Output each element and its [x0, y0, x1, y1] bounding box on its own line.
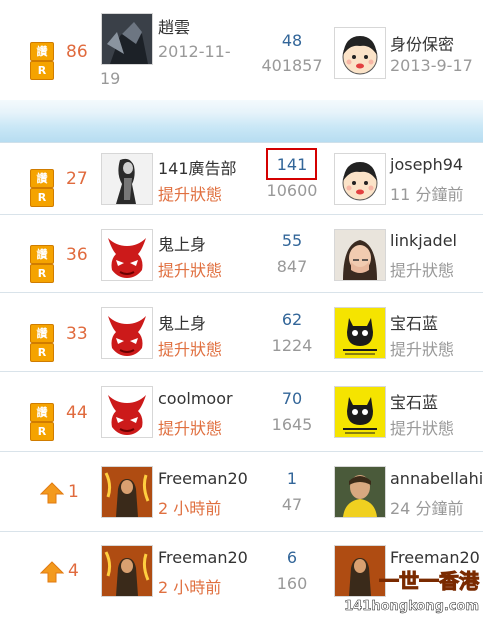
last-poster-link[interactable]: annabellahi — [390, 469, 483, 488]
avatar[interactable] — [334, 307, 386, 359]
avatar[interactable] — [334, 386, 386, 438]
reply-count[interactable]: 62 — [257, 310, 327, 329]
avatar[interactable] — [101, 153, 153, 205]
last-post-time: 2013-9-17 — [390, 56, 473, 75]
avatar[interactable] — [334, 466, 386, 518]
avatar[interactable] — [101, 13, 153, 65]
last-poster-link[interactable]: linkjadel — [390, 231, 457, 250]
status-link[interactable]: 提升狀態 — [158, 336, 222, 360]
author-name-link[interactable]: Freeman20 — [158, 548, 248, 567]
thread-row: 讚 R 27 141廣告部 提升狀態 141 10600 joseph94 11… — [0, 143, 483, 215]
last-poster-link[interactable]: joseph94 — [390, 155, 463, 174]
hot-badge-icon: 讚 R — [30, 169, 62, 207]
avatar[interactable] — [101, 466, 153, 518]
last-poster-link[interactable]: 宝石蓝 — [390, 310, 438, 334]
avatar[interactable] — [101, 545, 153, 597]
svg-text:一世一香港: 一世一香港 — [379, 569, 480, 593]
avatar[interactable] — [101, 307, 153, 359]
status-link[interactable]: 提升狀態 — [158, 181, 222, 205]
reply-count[interactable]: 55 — [257, 231, 327, 250]
author-name-link[interactable]: Freeman20 — [158, 469, 248, 488]
rank-number: 27 — [66, 169, 88, 189]
view-count: 1224 — [271, 336, 313, 355]
post-date-cont: 19 — [100, 69, 121, 88]
thread-row: 讚 R 36 鬼上身 提升狀態 55 847 linkjadel 提升狀態 — [0, 215, 483, 293]
reply-count[interactable]: 6 — [257, 548, 327, 567]
avatar[interactable] — [334, 153, 386, 205]
author-name-link[interactable]: 141廣告部 — [158, 155, 237, 179]
arrow-up-icon — [40, 482, 64, 504]
svg-text:141hongkong.com: 141hongkong.com — [344, 599, 479, 614]
author-name-link[interactable]: coolmoor — [158, 389, 233, 408]
rank-number: 36 — [66, 245, 88, 265]
thread-row: 讚 R 33 鬼上身 提升狀態 62 1224 宝石蓝 提升狀態 — [0, 293, 483, 372]
status-link[interactable]: 提升狀態 — [158, 415, 222, 439]
reply-count[interactable]: 1 — [257, 469, 327, 488]
view-count: 401857 — [261, 56, 323, 75]
reply-count[interactable]: 141 — [257, 155, 327, 174]
last-post-time: 提升狀態 — [390, 340, 455, 359]
view-count: 10600 — [266, 181, 318, 200]
hot-badge-icon: 讚 R — [30, 42, 62, 80]
arrow-up-icon — [40, 561, 64, 583]
author-name-link[interactable]: 鬼上身 — [158, 231, 206, 255]
reply-count[interactable]: 48 — [257, 31, 327, 50]
author-name-link[interactable]: 趙雲 — [158, 14, 190, 38]
last-active-time: 2 小時前 — [158, 499, 222, 518]
view-count: 1645 — [271, 415, 313, 434]
thread-row: 讚 R 86 趙雲 2012-11- 19 48 401857 身份保密 201… — [0, 0, 483, 101]
site-watermark-logo: 一世一香港 141hongkong.com — [344, 569, 481, 615]
reply-count[interactable]: 70 — [257, 389, 327, 408]
rank-number: 44 — [66, 403, 88, 423]
avatar[interactable] — [334, 229, 386, 281]
avatar[interactable] — [101, 229, 153, 281]
section-divider — [0, 100, 483, 143]
view-count: 160 — [276, 574, 308, 593]
rank-number: 33 — [66, 324, 88, 344]
view-count: 47 — [281, 495, 303, 514]
post-date: 2012-11- — [158, 42, 231, 61]
thread-row: 讚 R 44 coolmoor 提升狀態 70 1645 宝石蓝 提升狀態 — [0, 372, 483, 452]
view-count: 847 — [276, 257, 308, 276]
last-post-time: 提升狀態 — [390, 419, 455, 438]
hot-badge-icon: 讚 R — [30, 403, 62, 441]
last-active-time: 2 小時前 — [158, 578, 222, 597]
last-poster-link[interactable]: 宝石蓝 — [390, 389, 438, 413]
last-poster-link[interactable]: 身份保密 — [390, 31, 454, 55]
avatar[interactable] — [334, 27, 386, 79]
hot-badge-icon: 讚 R — [30, 245, 62, 283]
thread-row: 1 Freeman20 2 小時前 1 47 annabellahi 24 分鐘… — [0, 452, 483, 532]
rank-number: 86 — [66, 42, 88, 62]
author-name-link[interactable]: 鬼上身 — [158, 310, 206, 334]
rank-number: 1 — [68, 482, 79, 502]
last-post-time: 提升狀態 — [390, 261, 455, 280]
last-post-time: 24 分鐘前 — [390, 499, 464, 518]
rank-number: 4 — [68, 561, 79, 581]
last-post-time: 11 分鐘前 — [390, 185, 464, 204]
avatar[interactable] — [101, 386, 153, 438]
hot-badge-icon: 讚 R — [30, 324, 62, 362]
status-link[interactable]: 提升狀態 — [158, 257, 222, 281]
